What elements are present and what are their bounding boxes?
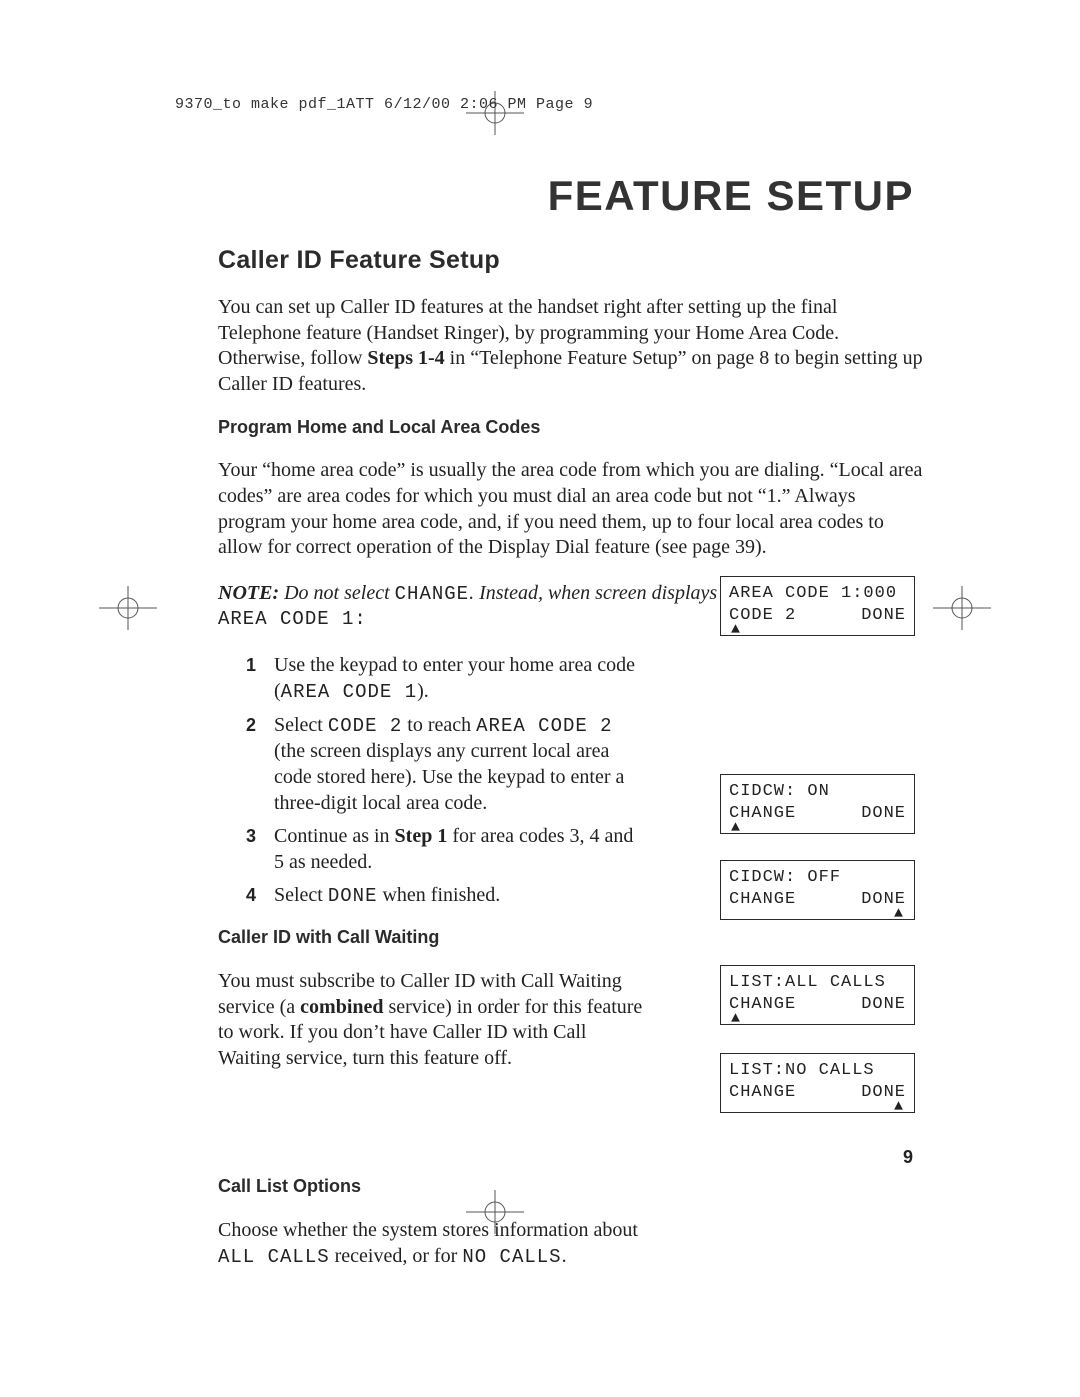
slug-line: 9370_to make pdf_1ATT 6/12/00 2:06 PM Pa…	[175, 96, 593, 113]
step-2: 2 Select CODE 2 to reach AREA CODE 2 (th…	[218, 712, 648, 817]
step3-pre: Continue as in	[274, 825, 395, 847]
lcd-line-2: CODE 2DONE	[729, 605, 906, 627]
lcd-list-none: LIST:NO CALLS CHANGEDONE ▲	[720, 1053, 915, 1136]
intro-steps14: Steps 1-4	[367, 347, 444, 369]
paraC-3: .	[562, 1245, 567, 1267]
para-cidcw: You must subscribe to Caller ID with Cal…	[218, 969, 648, 1071]
paraC-1: Choose whether the system stores informa…	[218, 1219, 638, 1241]
lcd-box: LIST:ALL CALLS CHANGEDONE ▲	[720, 965, 915, 1025]
para-call-list: Choose whether the system stores informa…	[218, 1218, 648, 1269]
step-3: 3 Continue as in Step 1 for area codes 3…	[218, 823, 648, 875]
step4-m1: DONE	[328, 885, 378, 907]
step-num: 2	[218, 712, 274, 737]
step4-post: when finished.	[377, 884, 500, 906]
steps-list: 1 Use the keypad to enter your home area…	[218, 652, 648, 909]
lcd-line-1: LIST:ALL CALLS	[729, 972, 906, 994]
step3-strong: Step 1	[395, 825, 448, 847]
lcd-box: CIDCW: ON CHANGEDONE ▲	[720, 774, 915, 834]
lcd-right-opt: DONE	[861, 605, 906, 627]
arrow-up-icon: ▲	[731, 622, 741, 637]
lcd-line-2: CHANGEDONE	[729, 803, 906, 825]
lcd-cidcw-off: CIDCW: OFF CHANGEDONE ▲	[720, 860, 915, 943]
subheading-call-list: Call List Options	[218, 1176, 923, 1197]
lcd-line-1: CIDCW: ON	[729, 781, 906, 803]
intro-paragraph: You can set up Caller ID features at the…	[218, 295, 923, 397]
arrow-up-icon: ▲	[894, 906, 904, 921]
lcd-line-2: CHANGEDONE	[729, 1082, 906, 1104]
note-body-1: Do not select	[279, 582, 395, 604]
lcd-left-opt: CHANGE	[729, 1083, 796, 1102]
lcd-left-opt: CHANGE	[729, 890, 796, 909]
section-heading: Caller ID Feature Setup	[218, 246, 923, 275]
lcd-list-all: LIST:ALL CALLS CHANGEDONE ▲	[720, 965, 915, 1048]
step2-mid: to reach	[402, 714, 476, 736]
lcd-box: LIST:NO CALLS CHANGEDONE ▲	[720, 1053, 915, 1113]
paraC-m1: ALL CALLS	[218, 1246, 330, 1268]
arrow-up-icon: ▲	[894, 1099, 904, 1114]
page: 9370_to make pdf_1ATT 6/12/00 2:06 PM Pa…	[0, 0, 1080, 1397]
running-title: FEATURE SETUP	[548, 172, 914, 220]
paraC-m2: NO CALLS	[462, 1246, 561, 1268]
paraB-strong: combined	[300, 996, 383, 1018]
note-lead: NOTE:	[218, 582, 279, 604]
step-body: Use the keypad to enter your home area c…	[274, 652, 648, 705]
crop-mark-right	[933, 586, 991, 630]
lcd-line-1: AREA CODE 1:000	[729, 583, 906, 605]
step2-m1: CODE 2	[328, 715, 402, 737]
crop-mark-left	[99, 586, 157, 630]
step2-m2: AREA CODE 2	[476, 715, 612, 737]
step4-pre: Select	[274, 884, 328, 906]
paraC-2: received, or for	[330, 1245, 463, 1267]
lcd-area-code: AREA CODE 1:000 CODE 2DONE ▲	[720, 576, 915, 659]
step-body: Select CODE 2 to reach AREA CODE 2 (the …	[274, 712, 648, 817]
step-body: Select DONE when finished.	[274, 882, 648, 909]
note-mono-areacode1: AREA CODE 1:	[218, 608, 367, 630]
lcd-line-2: CHANGEDONE	[729, 994, 906, 1016]
lcd-line-2: CHANGEDONE	[729, 889, 906, 911]
page-number: 9	[903, 1147, 913, 1168]
step-body: Continue as in Step 1 for area codes 3, …	[274, 823, 648, 875]
lcd-line-1: CIDCW: OFF	[729, 867, 906, 889]
lcd-line-1: LIST:NO CALLS	[729, 1060, 906, 1082]
step-1: 1 Use the keypad to enter your home area…	[218, 652, 648, 705]
lcd-right-opt: DONE	[861, 994, 906, 1016]
step2-post: (the screen displays any current local a…	[274, 740, 624, 814]
step-4: 4 Select DONE when finished.	[218, 882, 648, 909]
arrow-up-icon: ▲	[731, 1011, 741, 1026]
step2-pre: Select	[274, 714, 328, 736]
subheading-area-codes: Program Home and Local Area Codes	[218, 417, 923, 438]
note-mono-change: CHANGE	[395, 583, 469, 605]
lcd-box: CIDCW: OFF CHANGEDONE ▲	[720, 860, 915, 920]
arrow-up-icon: ▲	[731, 820, 741, 835]
step1-m1: AREA CODE 1	[281, 681, 417, 703]
step-num: 1	[218, 652, 274, 677]
step-num: 4	[218, 882, 274, 907]
lcd-right-opt: DONE	[861, 803, 906, 825]
para-area-codes: Your “home area code” is usually the are…	[218, 458, 923, 560]
lcd-cidcw-on: CIDCW: ON CHANGEDONE ▲	[720, 774, 915, 857]
lcd-box: AREA CODE 1:000 CODE 2DONE ▲	[720, 576, 915, 636]
step-num: 3	[218, 823, 274, 848]
note-body-2: . Instead, when screen displays	[469, 582, 717, 604]
step1-post: ).	[417, 680, 429, 702]
